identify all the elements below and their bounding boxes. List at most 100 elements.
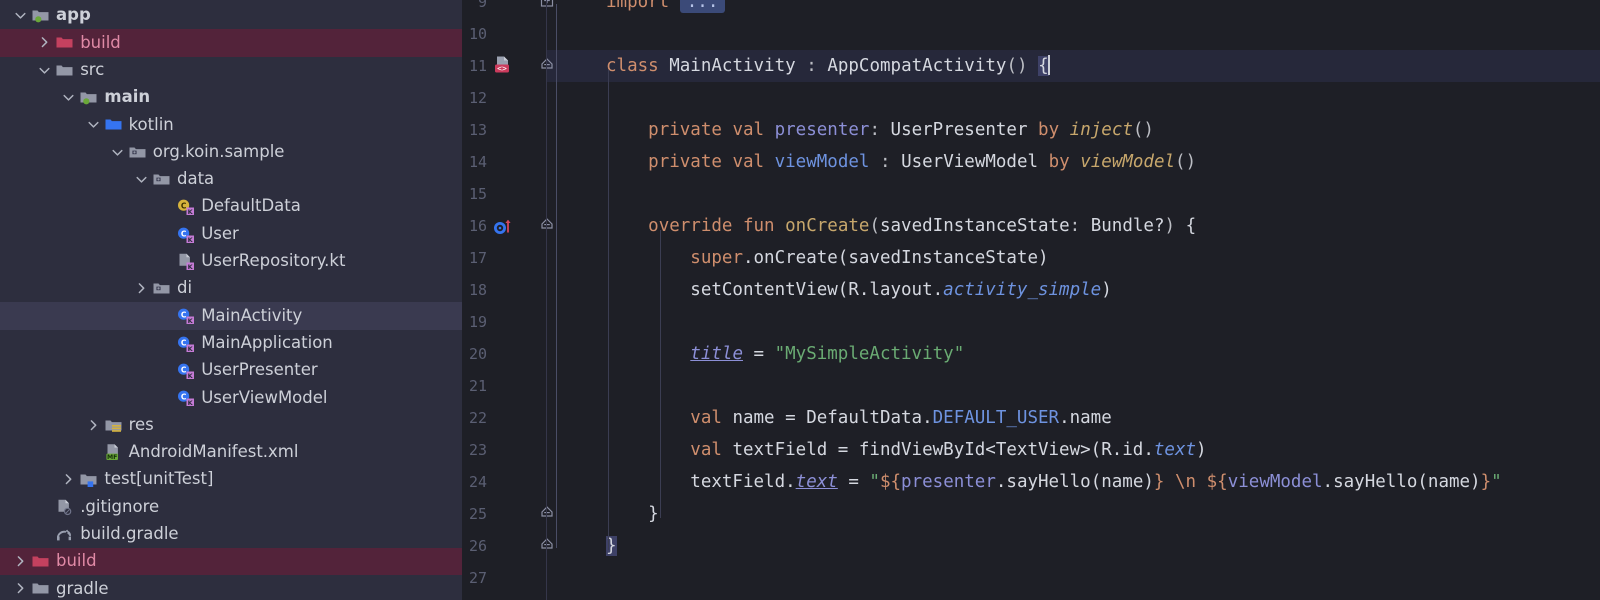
tree-item-main[interactable]: main: [0, 84, 462, 111]
folder-icon: [31, 579, 50, 598]
line-number: 11: [468, 57, 487, 75]
kotlin-object-icon: CK: [176, 197, 195, 216]
tree-item-data[interactable]: data: [0, 166, 462, 193]
code-line-23[interactable]: val textField = findViewById<TextView>(R…: [546, 434, 1600, 466]
folder-resource-icon: [104, 416, 123, 435]
chevron-right-icon[interactable]: [60, 471, 77, 488]
line-number: 18: [468, 281, 487, 299]
layout-resource-icon[interactable]: <>: [492, 55, 514, 77]
code-editor-panel[interactable]: 9 10 11 12 13 14 15 16 17 18 19 20 21 22 23 24 25 26 27 <> …: [462, 0, 1600, 600]
line-number: 16: [468, 217, 487, 235]
tree-item-org-koin-sample[interactable]: org.koin.sample: [0, 139, 462, 166]
code-line-17[interactable]: super.onCreate(savedInstanceState): [546, 242, 1600, 274]
tree-item-app[interactable]: app: [0, 2, 462, 29]
tree-item--gitignore[interactable]: .gitignore: [0, 493, 462, 520]
chevron-right-icon[interactable]: [12, 580, 29, 597]
line-number: 12: [468, 89, 487, 107]
svg-text:C: C: [181, 229, 187, 238]
tree-item-label: UserPresenter: [201, 360, 318, 380]
tree-item-build-gradle[interactable]: build.gradle: [0, 521, 462, 548]
folder-excluded-icon: [31, 552, 50, 571]
tree-item-label: UserRepository.kt: [201, 251, 346, 271]
svg-text:MF: MF: [107, 454, 117, 461]
overriding-method-icon[interactable]: [492, 215, 514, 237]
code-line-14[interactable]: private val viewModel : UserViewModel by…: [546, 146, 1600, 178]
code-line-22[interactable]: val name = DefaultData.DEFAULT_USER.name: [546, 402, 1600, 434]
chevron-down-icon[interactable]: [60, 89, 77, 106]
tree-item-res[interactable]: res: [0, 412, 462, 439]
folder-excluded-icon: [55, 33, 74, 52]
chevron-down-icon[interactable]: [85, 116, 102, 133]
line-number: 22: [468, 409, 487, 427]
tree-item-mainapplication[interactable]: C K MainApplication: [0, 330, 462, 357]
code-line-9[interactable]: import ...: [546, 0, 1600, 18]
line-number: 15: [468, 185, 487, 203]
tree-item-label: build.gradle: [80, 524, 179, 544]
tree-item-userviewmodel[interactable]: C K UserViewModel: [0, 384, 462, 411]
code-line-21[interactable]: [546, 370, 1600, 402]
tree-item-src[interactable]: src: [0, 57, 462, 84]
indent-guide: [660, 230, 661, 518]
code-line-18[interactable]: setContentView(R.layout.activity_simple): [546, 274, 1600, 306]
tree-item-label: main: [104, 87, 151, 107]
code-line-15[interactable]: [546, 178, 1600, 210]
line-number: 25: [468, 505, 487, 523]
folder-module-source-icon: [31, 6, 50, 25]
tree-item-label: User: [201, 223, 239, 243]
tree-item-label: AndroidManifest.xml: [128, 442, 299, 462]
code-line-10[interactable]: [546, 18, 1600, 50]
tree-item-di[interactable]: di: [0, 275, 462, 302]
kotlin-class-icon: CK: [176, 225, 195, 244]
code-line-26[interactable]: }: [546, 530, 1600, 562]
tree-item-gradle[interactable]: gradle: [0, 575, 462, 600]
svg-text:C: C: [181, 365, 187, 374]
code-line-13[interactable]: private val presenter: UserPresenter by …: [546, 114, 1600, 146]
tree-item-defaultdata[interactable]: C K DefaultData: [0, 193, 462, 220]
project-tree-panel[interactable]: app build src main kotlin org.koin.sample data…: [0, 0, 462, 600]
gitignore-file-icon: [55, 498, 74, 517]
tree-item-kotlin[interactable]: kotlin: [0, 111, 462, 138]
chevron-right-icon[interactable]: [36, 34, 53, 51]
code-line-11[interactable]: class MainActivity : AppCompatActivity()…: [546, 50, 1600, 82]
line-number: 20: [468, 345, 487, 363]
tree-item-test[interactable]: test [unitTest]: [0, 466, 462, 493]
line-number: 23: [468, 441, 487, 459]
tree-item-label: di: [177, 278, 193, 298]
tree-item-mainactivity[interactable]: C K MainActivity: [0, 302, 462, 330]
tree-item-label: test: [104, 469, 137, 489]
chevron-down-icon[interactable]: [133, 171, 150, 188]
chevron-right-icon[interactable]: [85, 417, 102, 434]
tree-item-androidmanifest-xml[interactable]: MF AndroidManifest.xml: [0, 439, 462, 466]
chevron-right-icon[interactable]: [12, 553, 29, 570]
tree-item-build[interactable]: build: [0, 548, 462, 576]
chevron-down-icon[interactable]: [36, 62, 53, 79]
svg-text:C: C: [181, 338, 187, 347]
chevron-down-icon[interactable]: [12, 7, 29, 24]
code-line-19[interactable]: [546, 306, 1600, 338]
kotlin-file-icon: K: [176, 252, 195, 271]
tree-item-label: .gitignore: [80, 496, 160, 516]
code-line-12[interactable]: [546, 82, 1600, 114]
code-line-27[interactable]: [546, 562, 1600, 594]
tree-item-user[interactable]: C K User: [0, 220, 462, 247]
kotlin-class-icon: CK: [176, 334, 195, 353]
chevron-right-icon[interactable]: [133, 280, 150, 297]
code-line-20[interactable]: title = "MySimpleActivity": [546, 338, 1600, 370]
tree-item-label: DefaultData: [201, 196, 301, 216]
line-number: 21: [468, 377, 487, 395]
tree-item-label: src: [80, 59, 105, 79]
tree-item-userpresenter[interactable]: C K UserPresenter: [0, 357, 462, 384]
code-line-25[interactable]: }: [546, 498, 1600, 530]
code-line-24[interactable]: textField.text = "${presenter.sayHello(n…: [546, 466, 1600, 498]
line-number: 10: [468, 25, 487, 43]
svg-text:C: C: [181, 202, 187, 211]
tree-item-build[interactable]: build: [0, 29, 462, 57]
code-line-16[interactable]: override fun onCreate(savedInstanceState…: [546, 210, 1600, 242]
chevron-down-icon[interactable]: [109, 144, 126, 161]
tree-item-label: build: [56, 551, 97, 571]
tree-item-label: kotlin: [128, 114, 174, 134]
tree-item-userrepository-kt[interactable]: K UserRepository.kt: [0, 248, 462, 275]
folder-package-icon: [152, 279, 171, 298]
editor-gutter[interactable]: 9 10 11 12 13 14 15 16 17 18 19 20 21 22 23 24 25 26 27 <>: [462, 0, 554, 600]
folder-test-icon: [79, 470, 98, 489]
